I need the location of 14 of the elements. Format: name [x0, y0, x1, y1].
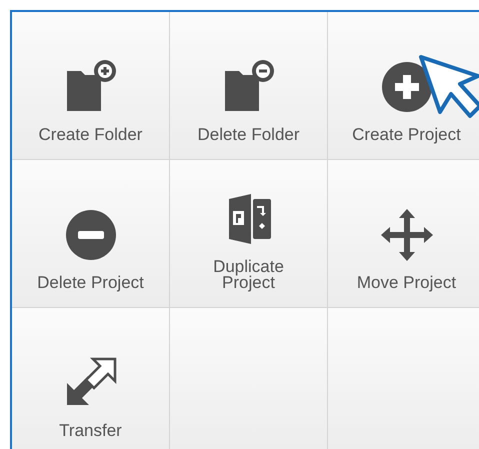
tile-label: Move Project	[356, 275, 456, 291]
action-tile[interactable]: Delete Folder	[170, 12, 328, 160]
tile-label: Transfer	[59, 423, 122, 439]
action-tile[interactable]: Create Project	[328, 12, 479, 160]
tile-label: Delete Project	[37, 275, 144, 291]
tile-label: Create Folder	[38, 127, 142, 143]
action-tile[interactable]: Move Project	[328, 160, 479, 308]
tile-label: Duplicate Project	[212, 259, 285, 291]
tile-label: Create Project	[352, 127, 461, 143]
tile-label: Delete Folder	[197, 127, 300, 143]
action-tile[interactable]: Create Folder	[12, 12, 170, 160]
action-tile[interactable]: Duplicate Project	[170, 160, 328, 308]
action-tile[interactable]: Delete Project	[12, 160, 170, 308]
action-tile[interactable]: Transfer	[12, 308, 170, 449]
